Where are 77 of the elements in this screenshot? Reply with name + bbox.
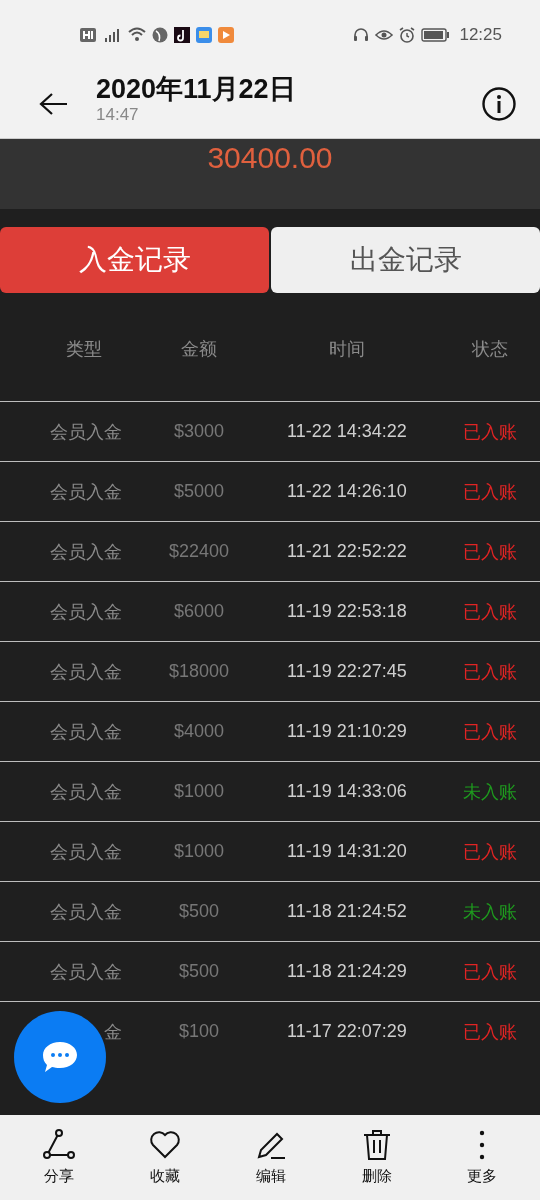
- table-cell-text: 会员入金: [49, 840, 123, 864]
- table-cell-text: $1000: [172, 841, 226, 862]
- eye-icon: [375, 27, 394, 43]
- info-icon: [482, 87, 516, 121]
- table-cell-text: 会员入金: [49, 420, 123, 444]
- table-cell-text: 会员入金: [49, 660, 123, 684]
- toolbar-button[interactable]: 删除: [361, 1129, 393, 1186]
- status-label: 已入账: [464, 480, 516, 504]
- toolbar-button[interactable]: 编辑: [255, 1129, 287, 1186]
- play-app-icon: [218, 27, 234, 43]
- page-subtitle: 14:47: [96, 105, 140, 125]
- chat-bubble-icon: [41, 1040, 79, 1074]
- table-cell-text: 11-21 22:52:22: [286, 541, 408, 562]
- column-header: 时间: [328, 337, 366, 361]
- status-label: 未入账: [464, 900, 516, 924]
- table-cell-text: 11-22 14:26:10: [286, 481, 408, 502]
- tab[interactable]: 出金记录: [271, 227, 540, 293]
- table-cell: $22400: [168, 541, 230, 562]
- table-cell-text: 11-19 22:53:18: [286, 601, 408, 622]
- tab[interactable]: 入金记录: [0, 227, 269, 293]
- table-cell-text: 金: [103, 1020, 123, 1044]
- status-label: 已入账: [464, 1020, 516, 1044]
- table-cell: $18000: [168, 661, 230, 682]
- table-cell-text: 11-19 14:31:20: [286, 841, 408, 862]
- trash-icon: [361, 1129, 393, 1161]
- toolbar-button[interactable]: 分享: [43, 1129, 75, 1186]
- table-cell-text: 会员入金: [49, 720, 123, 744]
- table-cell-text: 11-18 21:24:52: [286, 901, 408, 922]
- battery-icon: [421, 28, 450, 42]
- table-cell-text: $1000: [172, 781, 226, 802]
- table-cell-text: 11-22 14:34:22: [286, 421, 408, 442]
- status-label: 已入账: [464, 420, 516, 444]
- page-title: 2020年11月22日: [96, 73, 297, 105]
- table-cell-text: 会员入金: [49, 600, 123, 624]
- table-cell-text: 11-18 21:24:29: [286, 961, 408, 982]
- back-arrow-icon: [38, 92, 68, 116]
- wallet-app-icon: [196, 27, 212, 43]
- headset-icon: [353, 27, 370, 43]
- table-cell-text: $5000: [172, 481, 226, 502]
- column-header: 类型: [65, 337, 103, 361]
- status-label: 已入账: [464, 660, 516, 684]
- status-label: 未入账: [464, 780, 516, 804]
- heart-icon: [149, 1129, 181, 1161]
- share-icon: [43, 1129, 75, 1161]
- table-cell-text: $6000: [172, 601, 226, 622]
- table-cell-text: $100: [177, 1021, 220, 1042]
- status-label: 已入账: [464, 540, 516, 564]
- table-cell-text: 11-19 22:27:45: [286, 661, 408, 682]
- table-cell-text: 会员入金: [49, 540, 123, 564]
- toolbar-button[interactable]: 收藏: [149, 1129, 181, 1186]
- toolbar-button[interactable]: 更多: [467, 1129, 497, 1186]
- signal-icon: [102, 27, 122, 43]
- total-amount: 30400.00: [207, 141, 333, 176]
- column-header: 金额: [180, 337, 218, 361]
- table-cell-text: 11-17 22:07:29: [286, 1021, 408, 1042]
- table-cell-text: 会员入金: [49, 960, 123, 984]
- status-label: 已入账: [464, 960, 516, 984]
- clock-time: 12:25: [459, 25, 502, 45]
- music-app-icon: [174, 27, 190, 43]
- table-cell-text: $500: [177, 901, 220, 922]
- table-cell-text: $4000: [172, 721, 226, 742]
- status-label: 已入账: [464, 840, 516, 864]
- wifi-icon: [128, 27, 146, 43]
- status-label: 已入账: [464, 600, 516, 624]
- table-cell-text: 会员入金: [49, 780, 123, 804]
- table-cell-text: 会员入金: [49, 900, 123, 924]
- more-icon: [479, 1129, 485, 1161]
- table-cell-text: 会员入金: [49, 480, 123, 504]
- status-label: 已入账: [464, 720, 516, 744]
- table-cell-text: 11-19 14:33:06: [286, 781, 408, 802]
- alarm-icon: [399, 27, 416, 43]
- column-header: 状态: [471, 337, 509, 361]
- table-cell-text: $3000: [172, 421, 226, 442]
- table-cell-text: $500: [177, 961, 220, 982]
- globe-icon: [152, 27, 168, 43]
- info-button[interactable]: [480, 85, 518, 123]
- table-cell-text: 11-19 21:10:29: [286, 721, 408, 742]
